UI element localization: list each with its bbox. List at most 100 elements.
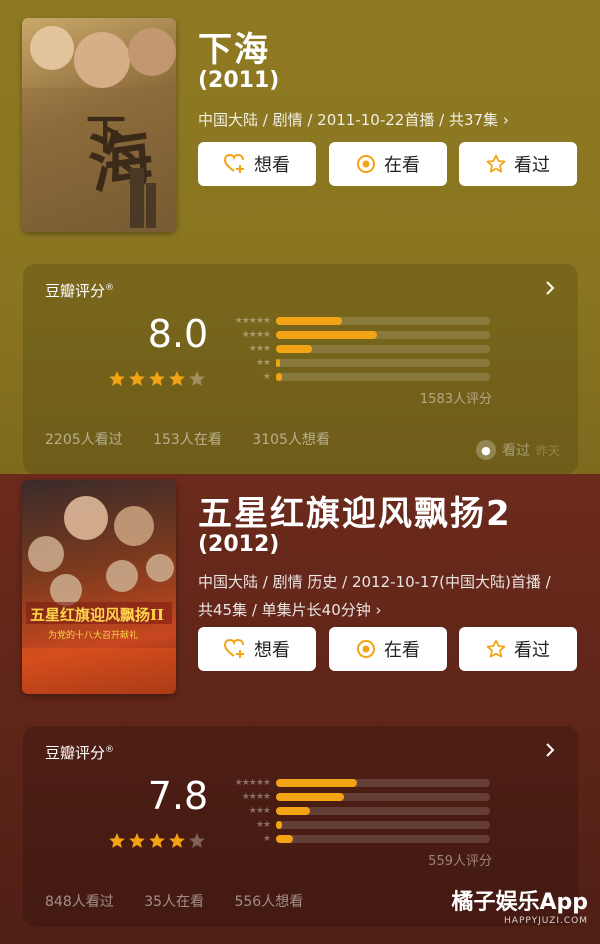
rating-bar-track (276, 373, 490, 381)
heart-plus-icon (224, 154, 244, 173)
watched-button[interactable]: 看过 (459, 627, 577, 671)
poster-image[interactable]: 五星红旗迎风飘扬II 为党的十八大召开献礼 (22, 480, 176, 694)
rating-count: 559人评分 (428, 854, 492, 869)
want-button[interactable]: 想看 (198, 627, 316, 671)
chevron-right-icon: › (375, 601, 382, 619)
watermark-logo-text: 橘子娱乐App (451, 890, 588, 915)
poster-image[interactable]: 海 下 (22, 18, 176, 232)
watermark: 橘子娱乐App HAPPYJUZI.COM (451, 884, 588, 926)
chevron-right-icon[interactable] (544, 280, 556, 296)
star-filled-icon (169, 833, 185, 848)
rating-bar-fill (276, 345, 313, 353)
movie-meta-text: 中国大陆 / 剧情 历史 / 2012-10-17(中国大陆)首播 / 共45集… (198, 573, 551, 619)
rating-bar-fill (276, 793, 345, 801)
rating-bar-fill (276, 835, 294, 843)
poster-artwork: 五星红旗迎风飘扬II 为党的十八大召开献礼 (22, 496, 176, 694)
watermark-url: HAPPYJUZI.COM (504, 916, 588, 926)
watch-stats: 848人看过 35人在看 556人想看 (45, 891, 329, 911)
rating-label: 豆瓣评分® (45, 744, 115, 762)
watching-button[interactable]: 在看 (329, 142, 447, 186)
target-icon (357, 640, 375, 658)
star-filled-icon (169, 371, 185, 386)
movie-title: 下海 (198, 30, 270, 70)
movie-section-2: 五星红旗迎风飘扬II 为党的十八大召开献礼 五星红旗迎风飘扬2 (2012) 中… (0, 474, 600, 944)
bar-star-icons: ★★★★ (241, 330, 271, 340)
rating-bar-track (276, 793, 490, 801)
movie-meta[interactable]: 中国大陆 / 剧情 / 2011-10-22首播 / 共37集 › (198, 106, 558, 134)
target-icon (357, 155, 375, 173)
rating-bar-track (276, 835, 490, 843)
star-filled-icon (129, 833, 145, 848)
rating-bar-row: ★★★★ (218, 790, 498, 804)
movie-year: (2012) (198, 532, 280, 557)
want-button-label: 想看 (254, 640, 290, 661)
star-filled-icon (129, 371, 145, 386)
rating-bar-track (276, 359, 490, 367)
rating-bar-row: ★★★ (218, 804, 498, 818)
watched-button[interactable]: 看过 (459, 142, 577, 186)
bar-star-icons: ★★★★ (241, 792, 271, 802)
star-outline-icon (486, 154, 506, 173)
seen-time: 昨天 (535, 443, 560, 458)
poster-artwork: 海 下 (22, 26, 176, 232)
rating-bar-row: ★★★★ (218, 328, 498, 342)
star-empty-icon (189, 833, 205, 848)
watching-button[interactable]: 在看 (329, 627, 447, 671)
rating-bar-row: ★★★★★ (218, 776, 498, 790)
rating-distribution: ★★★★★ ★★★★ ★★★ ★★ ★ (218, 314, 498, 384)
bar-star-icons: ★ (262, 834, 271, 844)
rating-bar-fill (276, 373, 283, 381)
rating-bar-fill (276, 779, 358, 787)
movie-year: (2011) (198, 68, 280, 93)
watching-button-label: 在看 (384, 155, 420, 176)
bar-star-icons: ★★ (255, 820, 271, 830)
star-filled-icon (109, 833, 125, 848)
star-empty-icon (189, 371, 205, 386)
rating-bar-track (276, 317, 490, 325)
heart-plus-icon (224, 639, 244, 658)
svg-text:为党的十八大召开献礼: 为党的十八大召开献礼 (48, 629, 138, 641)
want-button[interactable]: 想看 (198, 142, 316, 186)
watched-button-label: 看过 (514, 640, 550, 661)
rating-bar-row: ★ (218, 370, 498, 384)
bar-star-icons: ★★★★★ (234, 778, 271, 788)
watched-count: 848人看过 (45, 894, 114, 910)
movie-meta[interactable]: 中国大陆 / 剧情 历史 / 2012-10-17(中国大陆)首播 / 共45集… (198, 568, 568, 624)
rating-bar-fill (276, 807, 311, 815)
rating-bar-row: ★ (218, 832, 498, 846)
rating-bar-track (276, 331, 490, 339)
want-count: 3105人想看 (252, 432, 330, 448)
bar-star-icons: ★★★ (248, 344, 271, 354)
chevron-right-icon[interactable] (544, 742, 556, 758)
rating-bar-fill (276, 331, 377, 339)
rating-bar-row: ★★ (218, 356, 498, 370)
rating-bar-fill (276, 359, 281, 367)
rating-bar-row: ★★ (218, 818, 498, 832)
watching-count: 35人在看 (144, 894, 205, 910)
rating-bar-track (276, 779, 490, 787)
rating-bar-fill (276, 317, 343, 325)
movie-meta-text: 中国大陆 / 剧情 / 2011-10-22首播 / 共37集 (198, 111, 499, 129)
rating-card[interactable]: 豆瓣评分® 8.0 ★★★★★ ★★★★ ★★★ ★★ ★ 1583人评分 2205人看… (23, 264, 578, 474)
want-button-label: 想看 (254, 155, 290, 176)
want-count: 556人想看 (234, 894, 304, 910)
svg-text:五星红旗迎风飘扬II: 五星红旗迎风飘扬II (30, 606, 164, 624)
star-outline-icon (486, 639, 506, 658)
watching-button-label: 在看 (384, 640, 420, 661)
user-icon: ● (475, 440, 496, 460)
watched-count: 2205人看过 (45, 432, 123, 448)
seen-label: 看过 (501, 443, 530, 459)
rating-label: 豆瓣评分® (45, 282, 115, 300)
rating-bar-row: ★★★ (218, 342, 498, 356)
watched-button-label: 看过 (514, 155, 550, 176)
bar-star-icons: ★ (262, 372, 271, 382)
watch-stats: 2205人看过 153人在看 3105人想看 (45, 429, 356, 449)
rating-stars (108, 370, 206, 388)
star-filled-icon (149, 833, 165, 848)
movie-title: 五星红旗迎风飘扬2 (198, 494, 512, 534)
bar-star-icons: ★★ (255, 358, 271, 368)
bar-star-icons: ★★★ (248, 806, 271, 816)
rating-bar-track (276, 821, 490, 829)
rating-count: 1583人评分 (419, 392, 492, 407)
rating-distribution: ★★★★★ ★★★★ ★★★ ★★ ★ (218, 776, 498, 846)
